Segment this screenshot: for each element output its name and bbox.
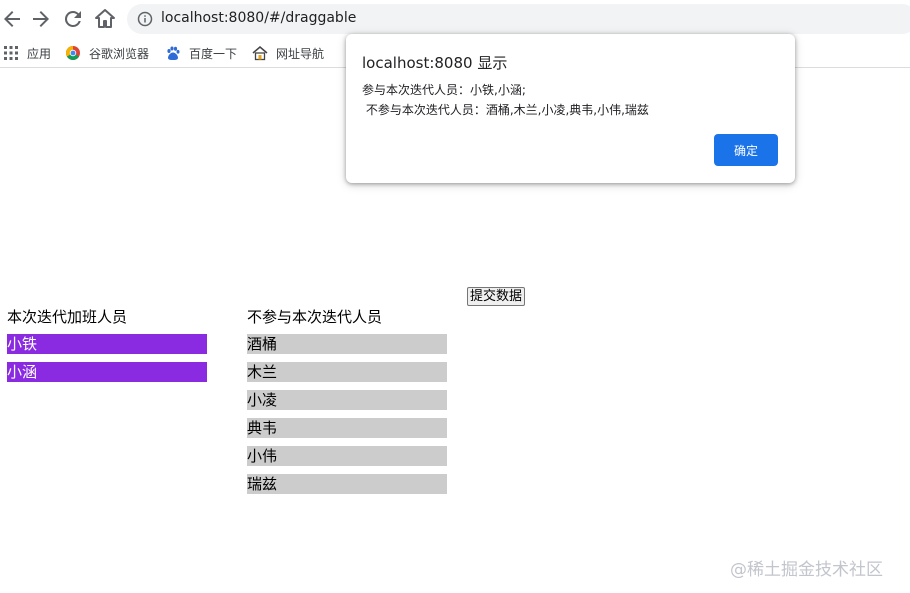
out-iteration-column: 不参与本次迭代人员 酒桶 木兰 小凌 典韦 小伟 瑞兹 xyxy=(247,307,447,494)
member-item-out[interactable]: 酒桶 xyxy=(247,334,447,354)
in-iteration-title: 本次迭代加班人员 xyxy=(7,308,128,326)
bookmark-apps[interactable]: 应用 xyxy=(3,44,51,62)
info-icon[interactable] xyxy=(137,11,153,27)
reload-icon[interactable] xyxy=(61,7,85,31)
house-icon xyxy=(252,46,268,61)
ok-button[interactable]: 确定 xyxy=(714,134,778,166)
back-icon[interactable] xyxy=(0,7,24,31)
baidu-paw-icon xyxy=(167,46,180,60)
bookmark-chrome[interactable]: 谷歌浏览器 xyxy=(65,44,149,62)
submit-data-button[interactable]: 提交数据 xyxy=(467,287,526,306)
member-item-out[interactable]: 瑞兹 xyxy=(247,474,447,494)
member-item-out[interactable]: 木兰 xyxy=(247,362,447,382)
alert-dialog: localhost:8080 显示 参与本次迭代人员：小铁,小涵; 不参与本次迭… xyxy=(346,34,795,183)
bookmark-baidu[interactable]: 百度一下 xyxy=(165,44,237,62)
member-item-in[interactable]: 小涵 xyxy=(7,362,207,382)
address-bar[interactable]: localhost:8080/#/draggable xyxy=(127,4,910,34)
forward-icon[interactable] xyxy=(29,7,53,31)
bookmark-label: 谷歌浏览器 xyxy=(89,46,150,61)
in-iteration-column: 本次迭代加班人员 小铁 小涵 xyxy=(7,307,207,382)
bookmark-hao123[interactable]: 网址导航 xyxy=(252,44,324,62)
out-iteration-title: 不参与本次迭代人员 xyxy=(247,308,383,326)
apps-grid-icon xyxy=(4,46,18,60)
browser-toolbar: localhost:8080/#/draggable xyxy=(0,0,910,38)
member-item-in[interactable]: 小铁 xyxy=(7,334,207,354)
dialog-message-line: 参与本次迭代人员：小铁,小涵; xyxy=(362,83,526,97)
chrome-icon xyxy=(66,46,80,60)
dialog-message-line: 不参与本次迭代人员：酒桶,木兰,小凌,典韦,小伟,瑞兹 xyxy=(362,103,649,117)
bookmark-label: 百度一下 xyxy=(189,46,238,61)
home-icon[interactable] xyxy=(93,7,117,31)
member-item-out[interactable]: 典韦 xyxy=(247,418,447,438)
bookmark-label: 网址导航 xyxy=(276,46,325,61)
bookmark-label: 应用 xyxy=(27,46,52,61)
member-item-out[interactable]: 小伟 xyxy=(247,446,447,466)
member-item-out[interactable]: 小凌 xyxy=(247,390,447,410)
url-text: localhost:8080/#/draggable xyxy=(161,10,357,26)
dialog-title: localhost:8080 显示 xyxy=(362,54,508,72)
watermark: @稀土掘金技术社区 xyxy=(730,560,883,580)
